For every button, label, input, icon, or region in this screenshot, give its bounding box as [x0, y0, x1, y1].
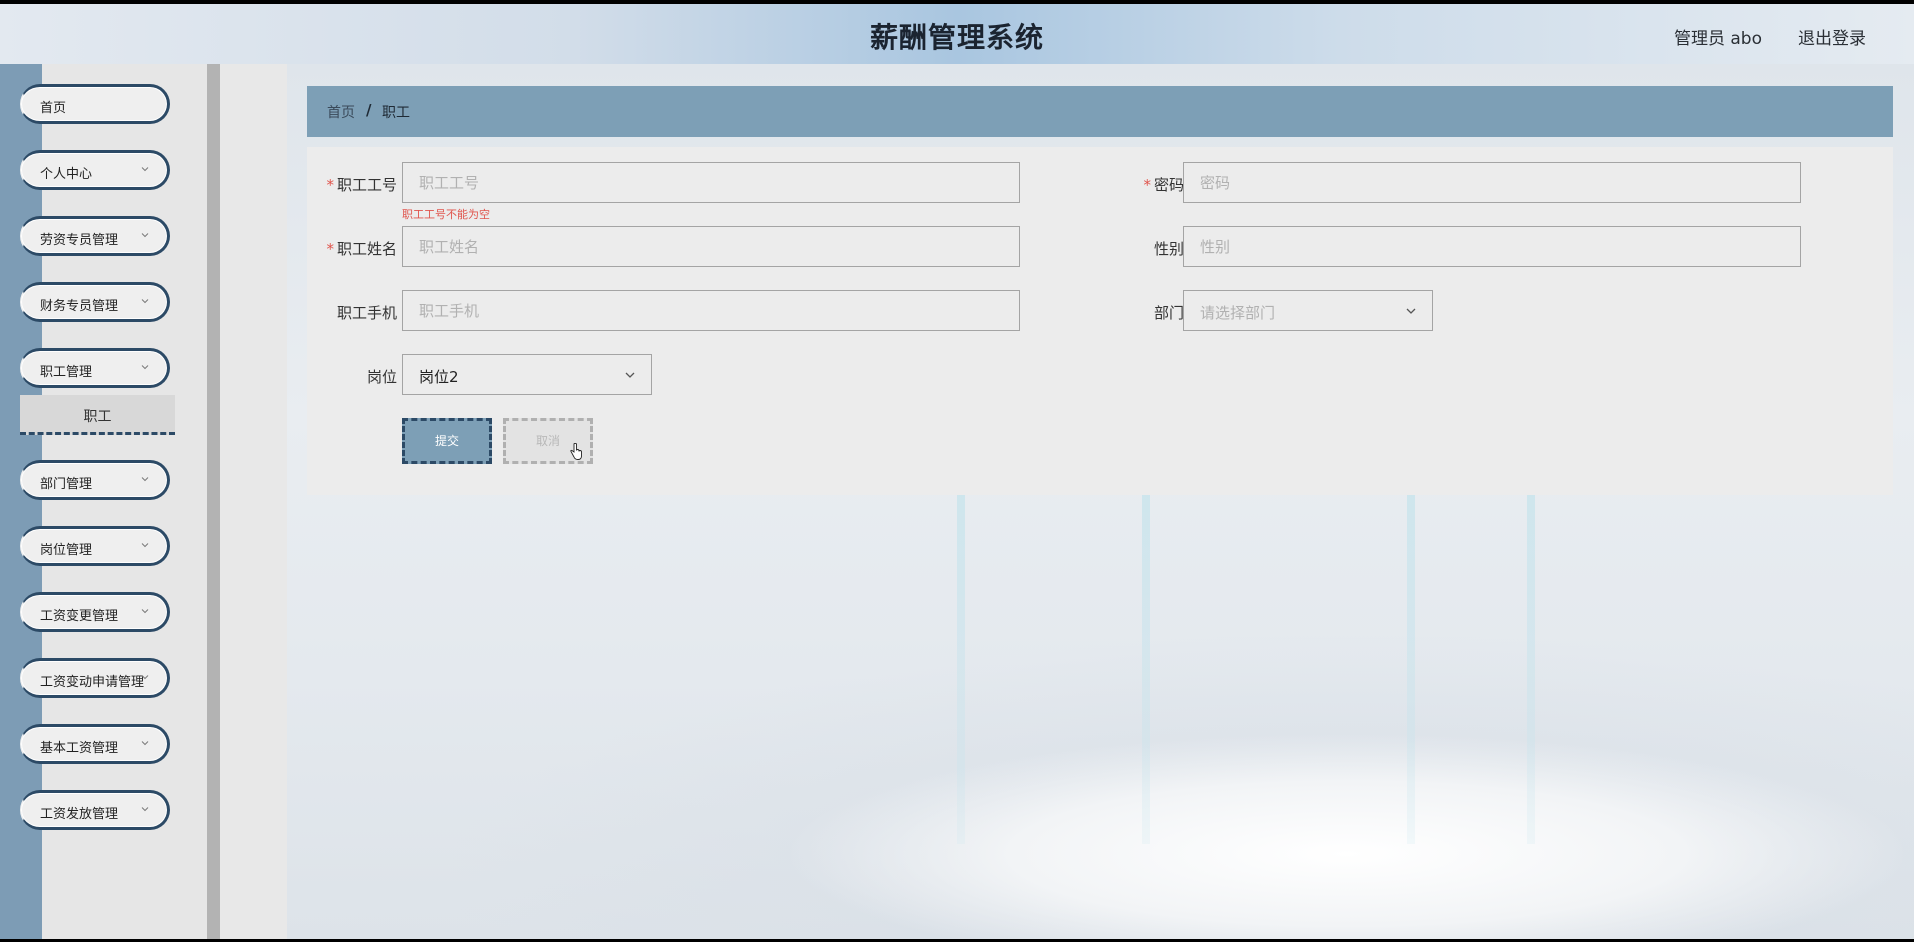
background-pillar — [1527, 494, 1535, 844]
chevron-down-icon — [141, 543, 149, 548]
background-pillar — [957, 494, 965, 844]
employee-name-input[interactable] — [402, 226, 1020, 267]
position-value: 岗位2 — [419, 368, 459, 386]
required-mark: * — [1143, 176, 1151, 194]
breadcrumb: 首页 / 职工 — [307, 86, 1893, 137]
password-label: * 密码 — [1143, 176, 1184, 194]
position-label: 岗位 — [366, 368, 397, 386]
chevron-down-icon — [141, 299, 149, 304]
employee-name-label: * 职工姓名 — [326, 240, 397, 258]
chevron-down-icon — [141, 675, 149, 680]
gender-input[interactable] — [1183, 226, 1801, 267]
submenu-item-employee[interactable]: 职工 — [20, 395, 175, 435]
chevron-down-icon — [141, 365, 149, 370]
sidebar-item-label: 岗位管理 — [40, 543, 93, 558]
department-label: 部门 — [1153, 304, 1184, 322]
hand-cursor-icon — [570, 443, 582, 460]
required-mark: * — [326, 240, 334, 258]
phone-input[interactable] — [402, 290, 1020, 331]
sidebar-item-label: 职工管理 — [40, 365, 93, 380]
sidebar-scrollbar[interactable] — [207, 64, 220, 939]
chevron-down-icon — [141, 741, 149, 746]
sidebar-item[interactable]: 基本工资管理 — [20, 724, 170, 764]
sidebar-item[interactable]: 工资变更管理 — [20, 592, 170, 632]
app-window: 薪酬管理系统 管理员 abo 退出登录 首页 个人中心 劳资专员管理 财务专员管理 职工… — [0, 4, 1914, 939]
chevron-down-icon — [1406, 308, 1416, 314]
chevron-down-icon — [625, 372, 635, 378]
sidebar-item-label: 工资变动申请管理 — [40, 675, 145, 690]
chevron-down-icon — [141, 167, 149, 172]
background-pillar — [1407, 494, 1415, 844]
top-header: 薪酬管理系统 管理员 abo 退出登录 — [0, 4, 1914, 64]
submenu-item-label: 职工 — [83, 409, 112, 425]
gender-label: 性别 — [1153, 240, 1184, 258]
employee-form: *职工工号 职工工号不能为空 *密码 *职工姓名 性别 职工手机 部门 请选择部… — [307, 147, 1893, 495]
sidebar-item-label: 个人中心 — [40, 167, 93, 182]
sidebar-item[interactable]: 部门管理 — [20, 460, 170, 500]
sidebar-item[interactable]: 工资变动申请管理 — [20, 658, 170, 698]
sidebar-item-label: 部门管理 — [40, 477, 93, 492]
position-select[interactable]: 岗位2 — [402, 354, 652, 395]
sidebar-gap — [220, 64, 287, 939]
employee-no-error: 职工工号不能为空 — [402, 208, 490, 221]
employee-no-label: * 职工工号 — [326, 176, 397, 194]
password-input[interactable] — [1183, 162, 1801, 203]
breadcrumb-current: 职工 — [382, 105, 410, 121]
sidebar-item[interactable]: 职工管理 — [20, 348, 170, 388]
chevron-down-icon — [141, 233, 149, 238]
phone-label: 职工手机 — [336, 304, 397, 322]
submit-button[interactable]: 提交 — [402, 418, 492, 464]
current-user: 管理员 abo — [1673, 29, 1762, 49]
sidebar-item-label: 工资发放管理 — [40, 807, 119, 822]
breadcrumb-home[interactable]: 首页 — [327, 102, 355, 122]
sidebar-item-label: 财务专员管理 — [40, 299, 119, 314]
breadcrumb-separator: / — [366, 101, 372, 119]
chevron-down-icon — [141, 807, 149, 812]
sidebar-item[interactable]: 首页 — [20, 84, 170, 124]
sidebar-item[interactable]: 财务专员管理 — [20, 282, 170, 322]
sidebar-item[interactable]: 岗位管理 — [20, 526, 170, 566]
sidebar-item-label: 工资变更管理 — [40, 609, 119, 624]
required-mark: * — [326, 176, 334, 194]
employee-no-input[interactable] — [402, 162, 1020, 203]
sidebar-item[interactable]: 工资发放管理 — [20, 790, 170, 830]
sidebar-item-label: 基本工资管理 — [40, 741, 119, 756]
sidebar-item-label: 劳资专员管理 — [40, 233, 119, 248]
sidebar-item[interactable]: 个人中心 — [20, 150, 170, 190]
logout-link[interactable]: 退出登录 — [1798, 24, 1866, 49]
chevron-down-icon — [141, 477, 149, 482]
sidebar-item[interactable]: 劳资专员管理 — [20, 216, 170, 256]
department-select[interactable]: 请选择部门 — [1183, 290, 1433, 331]
background-pillar — [1142, 494, 1150, 844]
app-title: 薪酬管理系统 — [869, 21, 1044, 54]
department-placeholder: 请选择部门 — [1200, 304, 1276, 322]
sidebar-item-label: 首页 — [40, 101, 67, 116]
chevron-down-icon — [141, 609, 149, 614]
